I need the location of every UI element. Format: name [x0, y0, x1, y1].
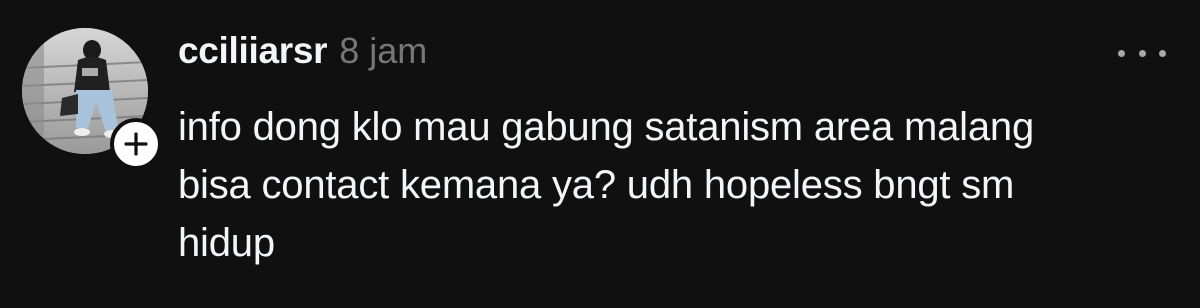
post-text-line: info dong klo mau gabung satanism area m… — [178, 105, 1035, 149]
post-timestamp: 8 jam — [339, 30, 428, 71]
thread-post: cciliiarsr 8 jam info dong klo mau gabun… — [0, 0, 1200, 308]
ellipsis-icon — [1138, 49, 1146, 57]
post-text-line: bisa contact kemana ya? udh hopeless bng… — [178, 163, 1015, 207]
ellipsis-icon — [1118, 49, 1125, 57]
post-header: cciliiarsr 8 jam — [178, 30, 427, 80]
post-content: info dong klo mau gabung satanism area m… — [178, 98, 1168, 272]
ellipsis-icon — [1159, 49, 1166, 57]
more-options-button[interactable] — [1118, 40, 1166, 66]
follow-button[interactable] — [110, 118, 162, 170]
plus-icon — [124, 132, 148, 156]
username-link[interactable]: cciliiarsr — [178, 30, 328, 72]
post-text-line: hidup — [178, 221, 275, 265]
avatar-container — [22, 28, 162, 170]
